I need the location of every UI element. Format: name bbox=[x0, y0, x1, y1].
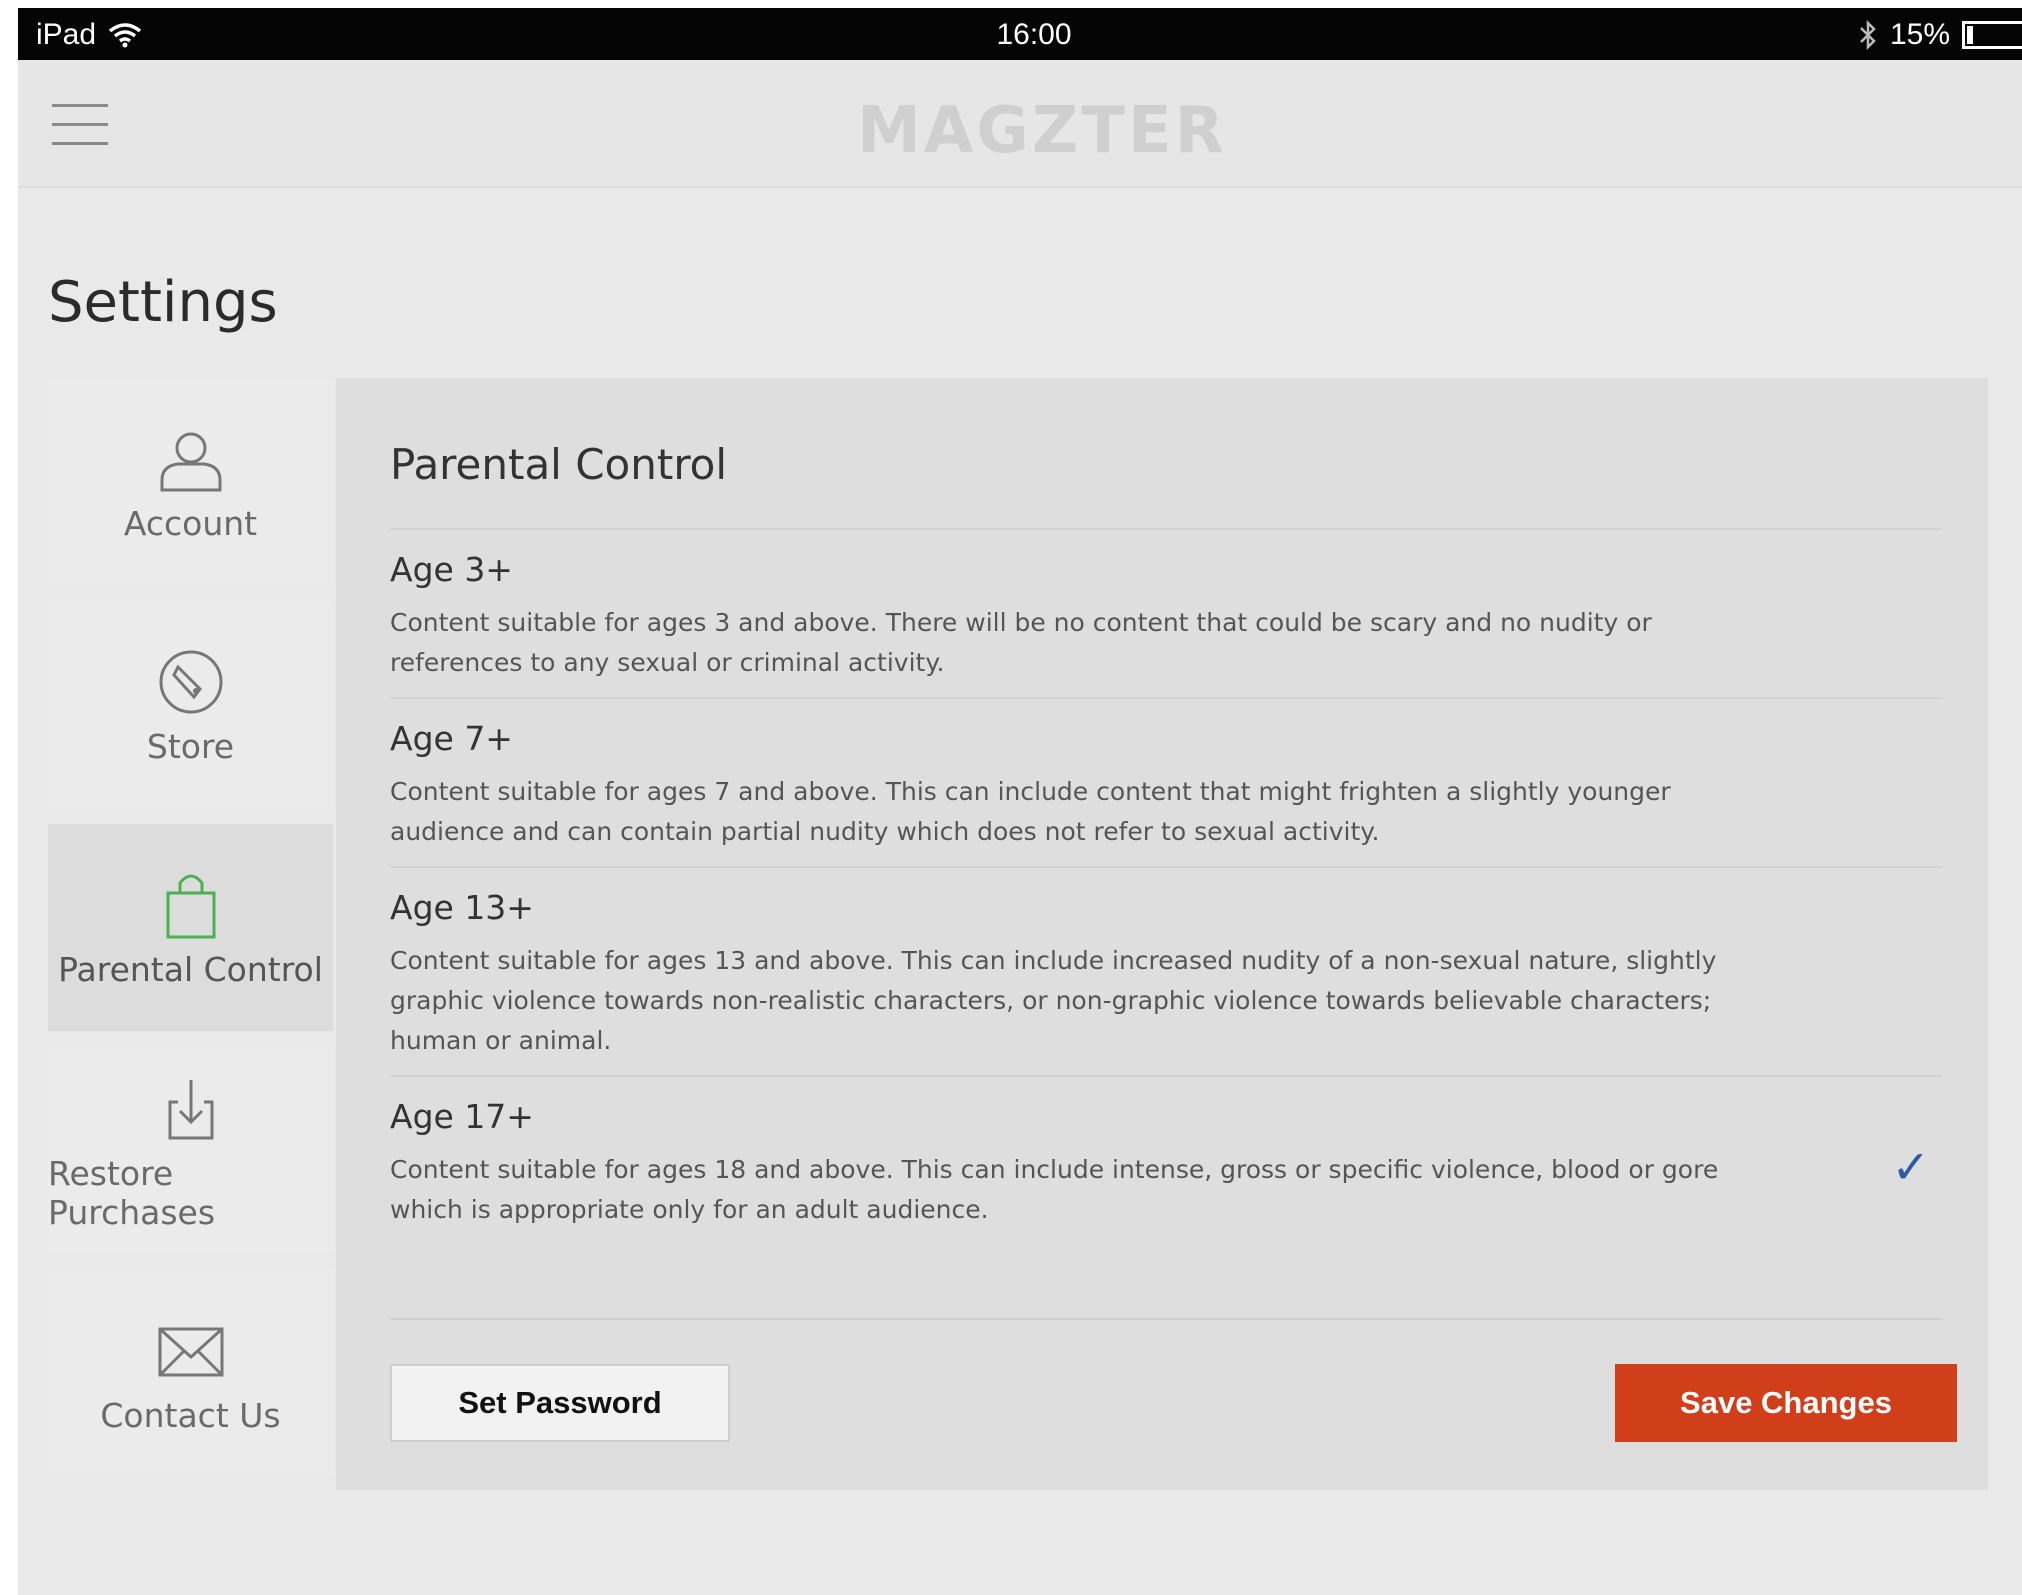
user-icon bbox=[156, 420, 226, 498]
status-right: 15% bbox=[1858, 18, 2022, 52]
age-option-description: Content suitable for ages 3 and above. T… bbox=[390, 608, 1652, 677]
age-option-3[interactable]: Age 3+ Content suitable for ages 3 and a… bbox=[390, 530, 1942, 699]
bluetooth-icon bbox=[1860, 19, 1876, 51]
age-option-title: Age 3+ bbox=[390, 550, 513, 589]
battery-icon bbox=[1962, 21, 2022, 49]
store-icon bbox=[156, 643, 226, 721]
sidebar-item-label: Store bbox=[146, 727, 235, 766]
age-option-title: Age 13+ bbox=[390, 888, 534, 927]
nav-bar: MAGZTER bbox=[18, 60, 2022, 188]
checkmark-icon: ✓ bbox=[1891, 1140, 1930, 1195]
age-option-7[interactable]: Age 7+ Content suitable for ages 7 and a… bbox=[390, 699, 1942, 868]
age-option-13[interactable]: Age 13+ Content suitable for ages 13 and… bbox=[390, 868, 1942, 1077]
sidebar-item-label: Account bbox=[123, 504, 258, 543]
panel-title: Parental Control bbox=[390, 440, 728, 489]
sidebar-item-label: Parental Control bbox=[58, 950, 323, 989]
age-option-description: Content suitable for ages 13 and above. … bbox=[390, 946, 1717, 1055]
download-icon bbox=[156, 1070, 226, 1148]
parental-control-panel: Parental Control Age 3+ Content suitable… bbox=[336, 378, 1988, 1490]
sidebar-item-label: Restore Purchases bbox=[48, 1153, 216, 1232]
age-rating-list: Age 3+ Content suitable for ages 3 and a… bbox=[390, 528, 1942, 1244]
divider bbox=[390, 1318, 1942, 1320]
ipad-screen: iPad 16:00 15% MAGZTER Settings Account … bbox=[18, 8, 2022, 1595]
age-option-description: Content suitable for ages 7 and above. T… bbox=[390, 777, 1671, 846]
app-logo: MAGZTER bbox=[857, 94, 1227, 168]
page-title: Settings bbox=[48, 270, 278, 335]
sidebar-item-account[interactable]: Account bbox=[48, 378, 333, 585]
sidebar-item-parental-control[interactable]: Parental Control bbox=[48, 824, 333, 1031]
age-option-description: Content suitable for ages 18 and above. … bbox=[390, 1155, 1719, 1224]
age-option-title: Age 7+ bbox=[390, 719, 513, 758]
sidebar-item-store[interactable]: Store bbox=[48, 601, 333, 808]
battery-percent: 15% bbox=[1889, 18, 1950, 51]
age-option-title: Age 17+ bbox=[390, 1097, 534, 1136]
status-bar: iPad 16:00 15% bbox=[18, 8, 2022, 60]
settings-sidebar: Account Store Parental Control Restore P… bbox=[48, 378, 333, 1493]
set-password-button[interactable]: Set Password bbox=[390, 1364, 730, 1442]
sidebar-item-restore-purchases[interactable]: Restore Purchases bbox=[48, 1047, 333, 1254]
sidebar-item-label: Contact Us bbox=[100, 1396, 281, 1435]
age-option-17[interactable]: Age 17+ Content suitable for ages 18 and… bbox=[390, 1077, 1942, 1244]
save-changes-button[interactable]: Save Changes bbox=[1615, 1364, 1957, 1442]
lock-icon bbox=[156, 866, 226, 944]
envelope-icon bbox=[156, 1312, 226, 1390]
status-time: 16:00 bbox=[996, 18, 1072, 51]
sidebar-item-contact-us[interactable]: Contact Us bbox=[48, 1270, 333, 1477]
